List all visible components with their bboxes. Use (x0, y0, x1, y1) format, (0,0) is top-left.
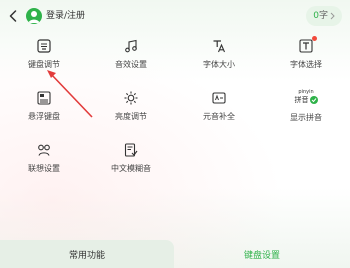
user-avatar[interactable] (26, 8, 42, 24)
chevron-right-icon (330, 12, 335, 20)
keyboard-adjust-icon (36, 38, 52, 54)
grid-item-label: 悬浮键盘 (28, 112, 60, 121)
grid-item-font-select[interactable]: 字体选择 (262, 32, 350, 84)
grid-item-label: 元音补全 (203, 112, 235, 121)
word-count-badge[interactable]: 0 字 (306, 6, 342, 26)
grid-item-association-settings[interactable]: 联想设置 (0, 136, 88, 188)
grid-item-fuzzy-sound[interactable]: 中文模糊音 (87, 136, 175, 188)
show-pinyin-icon: pinyin 拼音 (294, 87, 318, 107)
user-avatar-icon (28, 11, 40, 23)
music-note-icon (123, 38, 139, 54)
association-settings-icon (36, 142, 52, 158)
settings-row: 键盘调节 音效设置 字体大小 字体选择 (0, 32, 350, 84)
grid-item-label: 字体大小 (203, 60, 235, 69)
font-size-icon (211, 38, 227, 54)
grid-item-label: 亮度调节 (115, 112, 147, 121)
back-button[interactable] (6, 7, 20, 25)
font-select-icon (298, 36, 317, 54)
grid-item-label: 显示拼音 (290, 113, 322, 122)
grid-item-show-pinyin[interactable]: pinyin 拼音 显示拼音 (262, 84, 350, 136)
check-icon (309, 96, 318, 104)
grid-item-sound-effects[interactable]: 音效设置 (87, 32, 175, 84)
grid-item-label: 字体选择 (290, 60, 322, 69)
settings-row: 联想设置 中文模糊音 (0, 136, 350, 188)
grid-item-label: 键盘调节 (28, 60, 60, 69)
pinyin-icon-bottom-text: 拼音 (294, 96, 309, 104)
grid-item-label: 联想设置 (28, 164, 60, 173)
tab-keyboard-settings[interactable]: 键盘设置 (174, 240, 350, 268)
grid-item-label: 中文模糊音 (111, 164, 151, 173)
grid-item-font-size[interactable]: 字体大小 (175, 32, 263, 84)
login-register-link[interactable]: 登录/注册 (46, 9, 85, 23)
grid-item-brightness[interactable]: 亮度调节 (87, 84, 175, 136)
vowel-complete-icon (211, 90, 227, 106)
word-count-unit: 字 (318, 11, 328, 21)
grid-item-label: 音效设置 (115, 60, 147, 69)
bottom-tab-bar: 常用功能 键盘设置 (0, 240, 350, 268)
floating-keyboard-icon (36, 90, 52, 106)
settings-grid: 键盘调节 音效设置 字体大小 字体选择 悬浮键盘 亮度调节 元音补全 pinyi… (0, 32, 350, 188)
brightness-icon (123, 90, 139, 106)
chevron-left-icon (9, 10, 17, 22)
tab-common-functions[interactable]: 常用功能 (0, 240, 174, 268)
grid-item-floating-keyboard[interactable]: 悬浮键盘 (0, 84, 88, 136)
header-bar: 登录/注册 0 字 (0, 0, 350, 32)
new-badge-dot (312, 36, 317, 41)
fuzzy-sound-icon (123, 142, 139, 158)
grid-item-keyboard-adjust[interactable]: 键盘调节 (0, 32, 88, 84)
grid-item-vowel-complete[interactable]: 元音补全 (175, 84, 263, 136)
settings-row: 悬浮键盘 亮度调节 元音补全 pinyin 拼音 显示拼音 (0, 84, 350, 136)
